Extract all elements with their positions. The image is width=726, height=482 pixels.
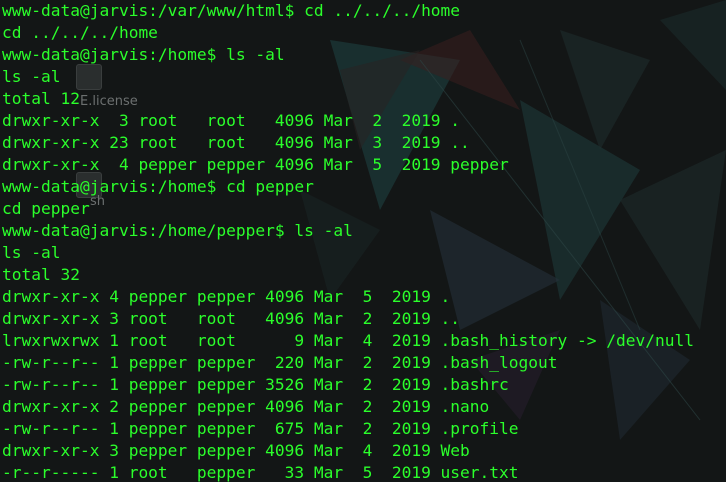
terminal-line: drwxr-xr-x 23 root root 4096 Mar 3 2019 … — [2, 133, 470, 152]
terminal-line: www-data@jarvis:/home$ cd pepper — [2, 177, 314, 196]
terminal-line: www-data@jarvis:/home$ ls -al — [2, 45, 285, 64]
terminal-line: total 12 — [2, 89, 80, 108]
terminal-line: total 32 — [2, 265, 80, 284]
terminal-line: www-data@jarvis:/home/pepper$ ls -al — [2, 221, 353, 240]
terminal-line: drwxr-xr-x 4 pepper pepper 4096 Mar 5 20… — [2, 287, 451, 306]
terminal-line: ls -al — [2, 243, 61, 262]
terminal-line: www-data@jarvis:/var/www/html$ cd ../../… — [2, 1, 461, 20]
terminal-line: drwxr-xr-x 3 root root 4096 Mar 2 2019 . — [2, 111, 461, 130]
terminal-line: -rw-r--r-- 1 pepper pepper 220 Mar 2 201… — [2, 353, 558, 372]
desktop-screen: E.license sh www-data@jarvis:/var/www/ht… — [0, 0, 726, 482]
terminal-output[interactable]: www-data@jarvis:/var/www/html$ cd ../../… — [0, 0, 726, 482]
terminal-line: lrwxrwxrwx 1 root root 9 Mar 4 2019 .bas… — [2, 331, 694, 350]
terminal-line: drwxr-xr-x 4 pepper pepper 4096 Mar 5 20… — [2, 155, 509, 174]
terminal-line: ls -al — [2, 67, 61, 86]
terminal-line: cd ../../../home — [2, 23, 158, 42]
terminal-line: cd pepper — [2, 199, 90, 218]
terminal-line: -r--r----- 1 root pepper 33 Mar 5 2019 u… — [2, 463, 519, 482]
terminal-line: drwxr-xr-x 3 pepper pepper 4096 Mar 4 20… — [2, 441, 470, 460]
terminal-line: -rw-r--r-- 1 pepper pepper 3526 Mar 2 20… — [2, 375, 509, 394]
terminal-line: -rw-r--r-- 1 pepper pepper 675 Mar 2 201… — [2, 419, 519, 438]
terminal-line: drwxr-xr-x 2 pepper pepper 4096 Mar 2 20… — [2, 397, 490, 416]
terminal-line: drwxr-xr-x 3 root root 4096 Mar 2 2019 .… — [2, 309, 461, 328]
